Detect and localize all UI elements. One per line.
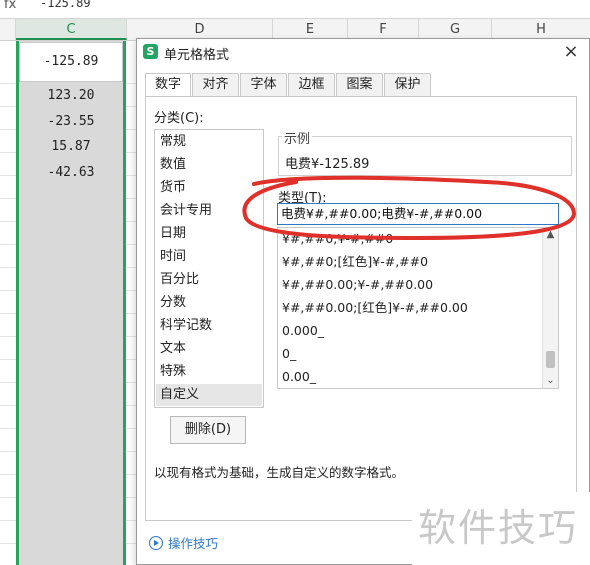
formula-value[interactable]: -125.89 — [40, 0, 91, 10]
active-cell[interactable]: -125.89 — [19, 42, 123, 82]
scroll-up-icon[interactable]: ▲ — [543, 228, 558, 242]
type-option[interactable]: ¥#,##0;¥-#,##0 — [282, 228, 542, 250]
watermark-text: 软件技巧 — [418, 506, 579, 550]
fx-label: fx — [4, 0, 17, 12]
wps-app-icon: S — [143, 44, 158, 59]
format-cells-dialog: S 单元格格式 × 数字 对齐 字体 边框 图案 保护 分类(C): 常规 数值… — [136, 38, 590, 565]
category-custom[interactable]: 自定义 — [156, 384, 262, 406]
category-special[interactable]: 特殊 — [156, 361, 262, 383]
tips-link[interactable]: 操作技巧 — [149, 533, 218, 552]
type-option[interactable]: ¥#,##0.00;¥-#,##0.00 — [282, 274, 542, 296]
sample-legend: 示例 — [282, 128, 313, 147]
dialog-title: 单元格格式 — [164, 48, 230, 63]
category-text[interactable]: 文本 — [156, 338, 262, 360]
category-number[interactable]: 数值 — [156, 154, 262, 176]
close-button[interactable]: × — [561, 41, 581, 63]
column-header-f[interactable]: F — [348, 19, 419, 40]
category-time[interactable]: 时间 — [156, 246, 262, 268]
category-label: 分类(C): — [154, 111, 204, 126]
tab-border[interactable]: 边框 — [288, 73, 335, 97]
play-circle-icon — [149, 536, 163, 550]
scroll-thumb[interactable] — [546, 351, 555, 368]
tab-panel-number: 分类(C): 常规 数值 货币 会计专用 日期 时间 百分比 分数 科学记数 文… — [145, 96, 577, 521]
tab-alignment[interactable]: 对齐 — [192, 73, 239, 97]
column-header-g[interactable]: G — [419, 19, 492, 40]
cell-value[interactable]: 15.87 — [19, 136, 123, 158]
cell-value[interactable]: 123.20 — [19, 85, 123, 107]
tips-link-label: 操作技巧 — [168, 536, 219, 551]
type-list-scrollbar[interactable]: ▲ ⌄ — [542, 228, 558, 388]
dialog-title-bar[interactable]: S 单元格格式 × — [137, 39, 589, 65]
tab-protection[interactable]: 保护 — [384, 73, 431, 97]
type-option[interactable]: ¥#,##0;[红色]¥-#,##0 — [282, 251, 542, 273]
delete-button[interactable]: 删除(D) — [170, 416, 246, 444]
type-option[interactable]: ¥#,##0.00;[红色]¥-#,##0.00 — [282, 297, 542, 319]
tab-number[interactable]: 数字 — [145, 73, 191, 98]
category-list[interactable]: 常规 数值 货币 会计专用 日期 时间 百分比 分数 科学记数 文本 特殊 自定… — [154, 129, 264, 408]
cell-value[interactable]: -23.55 — [19, 111, 123, 133]
sample-value: 电费¥-125.89 — [285, 157, 370, 172]
category-percentage[interactable]: 百分比 — [156, 269, 262, 291]
corner-header[interactable] — [0, 19, 16, 40]
type-option[interactable]: 0.000_ — [282, 320, 542, 342]
category-scientific[interactable]: 科学记数 — [156, 315, 262, 337]
chevron-down-icon[interactable]: ⌄ — [543, 374, 558, 388]
category-fraction[interactable]: 分数 — [156, 292, 262, 314]
category-date[interactable]: 日期 — [156, 223, 262, 245]
type-option[interactable]: 0_ — [282, 343, 542, 365]
cell-value[interactable]: -42.63 — [19, 162, 123, 184]
tab-pattern[interactable]: 图案 — [336, 73, 383, 97]
type-input[interactable]: 电费¥#,##0.00;电费¥-#,##0.00 — [277, 203, 559, 225]
column-header-h[interactable]: H — [492, 19, 590, 40]
type-list[interactable]: ¥#,##0;¥-#,##0 ¥#,##0;[红色]¥-#,##0 ¥#,##0… — [277, 227, 559, 389]
hint-text: 以现有格式为基础，生成自定义的数字格式。 — [154, 465, 405, 480]
column-header-e[interactable]: E — [273, 19, 348, 40]
type-option[interactable]: 0.00_ — [282, 366, 542, 388]
category-accounting[interactable]: 会计专用 — [156, 200, 262, 222]
column-header-c[interactable]: C — [16, 19, 127, 40]
column-header-d[interactable]: D — [127, 19, 273, 40]
category-currency[interactable]: 货币 — [156, 177, 262, 199]
formula-bar[interactable]: fx -125.89 — [0, 0, 590, 19]
category-general[interactable]: 常规 — [156, 131, 262, 153]
tab-font[interactable]: 字体 — [240, 73, 287, 97]
